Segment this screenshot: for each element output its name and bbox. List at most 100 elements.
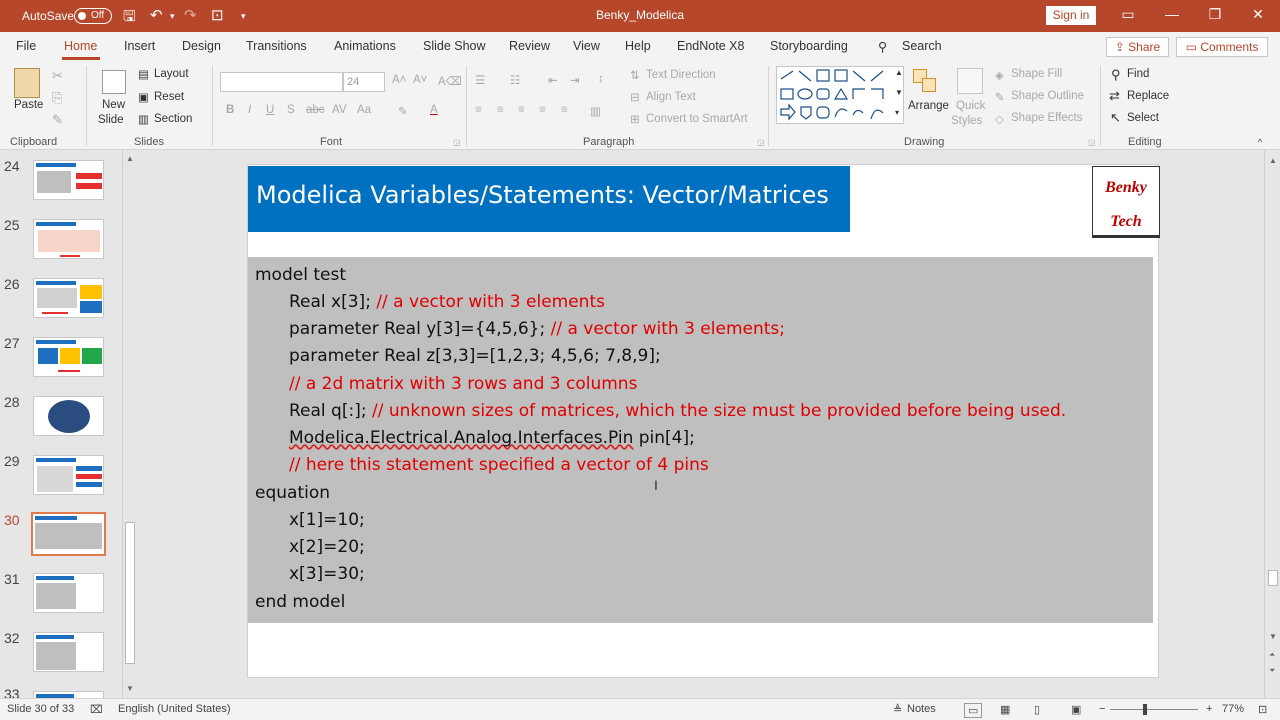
reset-button[interactable]: Reset: [154, 91, 184, 103]
shape-outline-button[interactable]: Shape Outline: [1011, 90, 1084, 102]
align-left-icon[interactable]: ≡: [475, 104, 482, 116]
code-text-box[interactable]: model test Real x[3]; // a vector with 3…: [248, 257, 1153, 623]
bullets-icon[interactable]: ☰: [475, 73, 485, 87]
slideshow-view-icon[interactable]: ▣: [1071, 703, 1081, 716]
justify-icon[interactable]: ≡: [539, 104, 546, 116]
ribbon-display-options-icon[interactable]: ▭: [1118, 6, 1138, 26]
restore-icon[interactable]: ❐: [1205, 6, 1225, 26]
arrange-icon-back[interactable]: [922, 78, 936, 92]
slide-thumbnail-27[interactable]: [33, 337, 104, 377]
section-button[interactable]: Section: [154, 113, 192, 125]
tab-endnote[interactable]: EndNote X8: [677, 39, 744, 53]
spelling-status-icon[interactable]: ⌧: [90, 703, 103, 716]
select-button[interactable]: Select: [1127, 112, 1159, 124]
tab-animations[interactable]: Animations: [334, 39, 396, 53]
slide-thumbnail-28[interactable]: [33, 396, 104, 436]
scroll-down-icon[interactable]: ▼: [1269, 632, 1277, 641]
fit-to-window-icon[interactable]: ⊡: [1258, 703, 1267, 716]
slide-sorter-icon[interactable]: ▦: [1000, 703, 1010, 716]
tab-storyboarding[interactable]: Storyboarding: [770, 39, 848, 53]
tell-me-search[interactable]: Search: [902, 39, 942, 53]
customize-qat-icon[interactable]: ▾: [241, 11, 246, 22]
font-color-icon[interactable]: A: [430, 104, 438, 116]
slide-canvas[interactable]: Modelica Variables/Statements: Vector/Ma…: [247, 164, 1160, 678]
decrease-indent-icon[interactable]: ⇤: [548, 73, 558, 87]
slide-thumbnail-29[interactable]: [33, 455, 104, 495]
slide-thumbnail-26[interactable]: [33, 278, 104, 318]
zoom-in-icon[interactable]: +: [1206, 703, 1212, 715]
quick-styles-button-2[interactable]: Styles: [951, 115, 982, 127]
undo-icon[interactable]: ↶: [150, 6, 163, 24]
cut-icon[interactable]: ✂: [52, 68, 63, 84]
replace-button[interactable]: Replace: [1127, 90, 1169, 102]
next-slide-icon[interactable]: ⏷: [1269, 666, 1275, 676]
zoom-level[interactable]: 77%: [1222, 703, 1244, 715]
gallery-up-icon[interactable]: ▲: [895, 68, 903, 77]
quick-styles-icon[interactable]: [957, 68, 983, 94]
minimize-icon[interactable]: —: [1162, 6, 1182, 26]
shadow-icon[interactable]: S: [287, 104, 295, 116]
arrange-button[interactable]: Arrange: [908, 100, 949, 112]
tab-slide-show[interactable]: Slide Show: [423, 39, 486, 53]
paragraph-dialog-launcher-icon[interactable]: ◲: [757, 138, 765, 147]
search-icon[interactable]: ⚲: [878, 39, 887, 54]
tab-review[interactable]: Review: [509, 39, 550, 53]
autosave-toggle[interactable]: Off: [74, 8, 112, 24]
scroll-down-icon[interactable]: ▼: [126, 684, 134, 693]
character-spacing-icon[interactable]: AV: [332, 104, 347, 116]
zoom-slider[interactable]: [1110, 709, 1198, 710]
shapes-icons[interactable]: [777, 67, 903, 123]
zoom-out-icon[interactable]: −: [1099, 703, 1105, 715]
slide-thumbnail-25[interactable]: [33, 219, 104, 259]
drawing-dialog-launcher-icon[interactable]: ◲: [1088, 138, 1096, 147]
scroll-up-icon[interactable]: ▲: [126, 154, 134, 163]
collapse-ribbon-icon[interactable]: ^: [1258, 137, 1262, 147]
gallery-down-icon[interactable]: ▼: [895, 88, 903, 97]
tab-help[interactable]: Help: [625, 39, 651, 53]
previous-slide-icon[interactable]: ⏶: [1269, 650, 1275, 660]
underline-icon[interactable]: U: [266, 104, 274, 116]
tab-view[interactable]: View: [573, 39, 600, 53]
increase-font-icon[interactable]: A˄: [392, 74, 406, 86]
paste-button[interactable]: Paste: [14, 99, 43, 111]
highlight-icon[interactable]: ✎: [398, 104, 408, 118]
columns-icon[interactable]: ▥: [590, 104, 601, 118]
normal-view-icon[interactable]: ▭: [964, 703, 983, 718]
tab-design[interactable]: Design: [182, 39, 221, 53]
slide-thumbnail-32[interactable]: [33, 632, 104, 672]
shape-fill-button[interactable]: Shape Fill: [1011, 68, 1062, 80]
language-status[interactable]: English (United States): [118, 703, 231, 715]
comments-button[interactable]: ▭ Comments: [1176, 37, 1268, 57]
save-icon[interactable]: 🖫: [123, 6, 136, 31]
font-size-combo[interactable]: 24: [343, 72, 385, 92]
start-slideshow-icon[interactable]: ⊡: [211, 6, 224, 24]
clear-formatting-icon[interactable]: A⌫: [438, 74, 462, 88]
convert-smartart-button[interactable]: Convert to SmartArt: [646, 113, 748, 125]
shape-effects-button[interactable]: Shape Effects: [1011, 112, 1082, 124]
scrollbar-thumb[interactable]: [125, 522, 135, 664]
font-name-combo[interactable]: [220, 72, 343, 92]
quick-styles-button[interactable]: Quick: [956, 100, 985, 112]
editor-scrollbar[interactable]: ▲ ▼ ⏶ ⏷: [1264, 150, 1280, 698]
distributed-icon[interactable]: ≡: [561, 104, 568, 116]
tab-insert[interactable]: Insert: [124, 39, 155, 53]
align-right-icon[interactable]: ≡: [518, 104, 525, 116]
thumbnails-scrollbar[interactable]: ▲ ▼: [122, 150, 136, 698]
shapes-gallery[interactable]: [776, 66, 904, 124]
font-dialog-launcher-icon[interactable]: ◲: [453, 138, 461, 147]
format-painter-icon[interactable]: ✎: [52, 112, 63, 128]
italic-icon[interactable]: I: [248, 104, 251, 116]
new-slide-label[interactable]: New: [102, 99, 125, 111]
line-spacing-icon[interactable]: ↕: [598, 73, 604, 85]
tab-transitions[interactable]: Transitions: [246, 39, 307, 53]
share-button[interactable]: ⇪ Share: [1106, 37, 1169, 57]
text-direction-button[interactable]: Text Direction: [646, 69, 716, 81]
find-button[interactable]: Find: [1127, 68, 1149, 80]
numbering-icon[interactable]: ☷: [510, 73, 520, 87]
layout-button[interactable]: Layout: [154, 68, 189, 80]
slide-thumbnail-30[interactable]: [31, 512, 106, 556]
notes-button[interactable]: Notes: [907, 703, 936, 715]
paste-icon[interactable]: [14, 68, 40, 98]
decrease-font-icon[interactable]: A˅: [413, 74, 427, 86]
scrollbar-thumb[interactable]: [1268, 570, 1278, 586]
